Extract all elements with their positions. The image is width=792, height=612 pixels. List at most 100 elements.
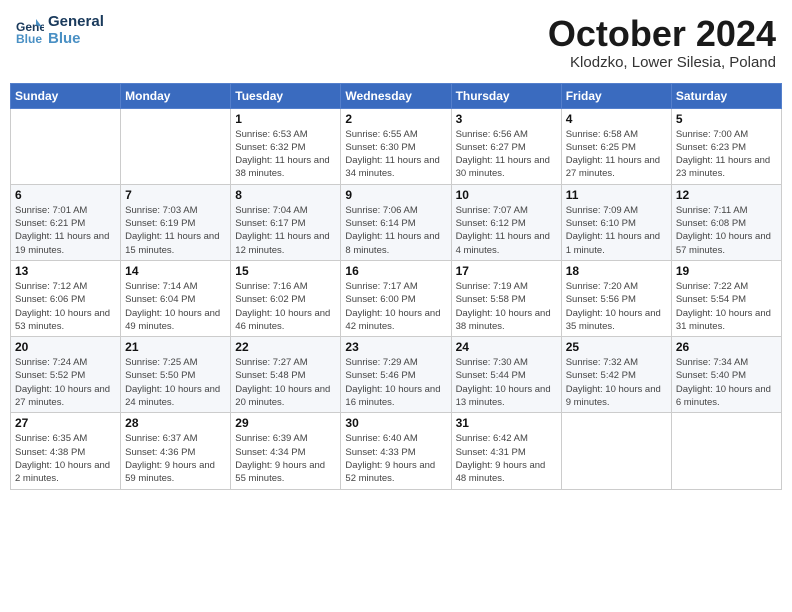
day-number: 17 [456,264,557,278]
calendar-cell: 7 Sunrise: 7:03 AM Sunset: 6:19 PM Daylig… [121,184,231,260]
day-number: 8 [235,188,336,202]
calendar-cell: 14 Sunrise: 7:14 AM Sunset: 6:04 PM Dayli… [121,260,231,336]
calendar-cell: 23 Sunrise: 7:29 AM Sunset: 5:46 PM Dayli… [341,337,451,413]
day-info: Sunrise: 7:34 AM Sunset: 5:40 PM Dayligh… [676,356,777,409]
calendar-cell [121,108,231,184]
day-info: Sunrise: 7:04 AM Sunset: 6:17 PM Dayligh… [235,204,336,257]
weekday-header-tuesday: Tuesday [231,83,341,108]
day-info: Sunrise: 7:27 AM Sunset: 5:48 PM Dayligh… [235,356,336,409]
day-number: 24 [456,340,557,354]
day-number: 7 [125,188,226,202]
day-info: Sunrise: 6:39 AM Sunset: 4:34 PM Dayligh… [235,432,336,485]
calendar-cell [11,108,121,184]
day-number: 16 [345,264,446,278]
calendar-cell: 11 Sunrise: 7:09 AM Sunset: 6:10 PM Dayli… [561,184,671,260]
day-number: 31 [456,416,557,430]
calendar-week-5: 27 Sunrise: 6:35 AM Sunset: 4:38 PM Dayli… [11,413,782,489]
calendar-week-4: 20 Sunrise: 7:24 AM Sunset: 5:52 PM Dayli… [11,337,782,413]
day-info: Sunrise: 7:24 AM Sunset: 5:52 PM Dayligh… [15,356,116,409]
day-number: 21 [125,340,226,354]
day-number: 30 [345,416,446,430]
page-header: General Blue General Blue October 2024 K… [10,10,782,75]
day-number: 6 [15,188,116,202]
calendar-cell [561,413,671,489]
day-number: 15 [235,264,336,278]
calendar-cell: 30Sunrise: 6:40 AM Sunset: 4:33 PM Dayli… [341,413,451,489]
day-info: Sunrise: 7:20 AM Sunset: 5:56 PM Dayligh… [566,280,667,333]
day-info: Sunrise: 6:42 AM Sunset: 4:31 PM Dayligh… [456,432,557,485]
day-info: Sunrise: 7:17 AM Sunset: 6:00 PM Dayligh… [345,280,446,333]
month-title: October 2024 [548,14,776,54]
logo-general: General [48,14,104,31]
weekday-header-sunday: Sunday [11,83,121,108]
day-info: Sunrise: 7:03 AM Sunset: 6:19 PM Dayligh… [125,204,226,257]
calendar-cell: 22 Sunrise: 7:27 AM Sunset: 5:48 PM Dayli… [231,337,341,413]
calendar-cell: 31 Sunrise: 6:42 AM Sunset: 4:31 PM Dayli… [451,413,561,489]
day-number: 14 [125,264,226,278]
day-info: Sunrise: 6:56 AM Sunset: 6:27 PM Dayligh… [456,128,557,181]
calendar-cell: 13 Sunrise: 7:12 AM Sunset: 6:06 PM Dayli… [11,260,121,336]
day-number: 13 [15,264,116,278]
calendar-cell: 28Sunrise: 6:37 AM Sunset: 4:36 PM Dayli… [121,413,231,489]
day-info: Sunrise: 7:12 AM Sunset: 6:06 PM Dayligh… [15,280,116,333]
day-info: Sunrise: 7:09 AM Sunset: 6:10 PM Dayligh… [566,204,667,257]
day-info: Sunrise: 7:32 AM Sunset: 5:42 PM Dayligh… [566,356,667,409]
weekday-header-saturday: Saturday [671,83,781,108]
calendar-cell: 21 Sunrise: 7:25 AM Sunset: 5:50 PM Dayli… [121,337,231,413]
calendar-cell: 27 Sunrise: 6:35 AM Sunset: 4:38 PM Dayli… [11,413,121,489]
day-number: 18 [566,264,667,278]
day-number: 22 [235,340,336,354]
calendar-table: SundayMondayTuesdayWednesdayThursdayFrid… [10,83,782,490]
day-info: Sunrise: 6:53 AM Sunset: 6:32 PM Dayligh… [235,128,336,181]
day-number: 9 [345,188,446,202]
day-number: 11 [566,188,667,202]
day-info: Sunrise: 7:07 AM Sunset: 6:12 PM Dayligh… [456,204,557,257]
location: Klodzko, Lower Silesia, Poland [548,54,776,71]
calendar-cell: 3 Sunrise: 6:56 AM Sunset: 6:27 PM Daylig… [451,108,561,184]
day-number: 10 [456,188,557,202]
day-number: 3 [456,112,557,126]
weekday-header-friday: Friday [561,83,671,108]
calendar-cell: 15 Sunrise: 7:16 AM Sunset: 6:02 PM Dayli… [231,260,341,336]
day-info: Sunrise: 7:14 AM Sunset: 6:04 PM Dayligh… [125,280,226,333]
day-info: Sunrise: 7:06 AM Sunset: 6:14 PM Dayligh… [345,204,446,257]
day-info: Sunrise: 7:29 AM Sunset: 5:46 PM Dayligh… [345,356,446,409]
day-info: Sunrise: 7:19 AM Sunset: 5:58 PM Dayligh… [456,280,557,333]
day-info: Sunrise: 6:35 AM Sunset: 4:38 PM Dayligh… [15,432,116,485]
calendar-cell: 2Sunrise: 6:55 AM Sunset: 6:30 PM Daylig… [341,108,451,184]
day-number: 5 [676,112,777,126]
day-info: Sunrise: 6:58 AM Sunset: 6:25 PM Dayligh… [566,128,667,181]
calendar-cell: 4 Sunrise: 6:58 AM Sunset: 6:25 PM Daylig… [561,108,671,184]
calendar-cell: 29Sunrise: 6:39 AM Sunset: 4:34 PM Dayli… [231,413,341,489]
calendar-cell: 18 Sunrise: 7:20 AM Sunset: 5:56 PM Dayli… [561,260,671,336]
calendar-cell: 9 Sunrise: 7:06 AM Sunset: 6:14 PM Daylig… [341,184,451,260]
day-number: 23 [345,340,446,354]
day-number: 12 [676,188,777,202]
calendar-cell: 26Sunrise: 7:34 AM Sunset: 5:40 PM Dayli… [671,337,781,413]
day-number: 1 [235,112,336,126]
day-number: 20 [15,340,116,354]
day-number: 4 [566,112,667,126]
logo-blue: Blue [48,31,104,48]
day-info: Sunrise: 6:37 AM Sunset: 4:36 PM Dayligh… [125,432,226,485]
logo: General Blue General Blue [16,14,104,47]
day-number: 2 [345,112,446,126]
calendar-header-row: SundayMondayTuesdayWednesdayThursdayFrid… [11,83,782,108]
calendar-cell: 16 Sunrise: 7:17 AM Sunset: 6:00 PM Dayli… [341,260,451,336]
calendar-week-3: 13 Sunrise: 7:12 AM Sunset: 6:06 PM Dayli… [11,260,782,336]
day-info: Sunrise: 7:22 AM Sunset: 5:54 PM Dayligh… [676,280,777,333]
day-info: Sunrise: 7:25 AM Sunset: 5:50 PM Dayligh… [125,356,226,409]
day-number: 25 [566,340,667,354]
calendar-cell: 25 Sunrise: 7:32 AM Sunset: 5:42 PM Dayli… [561,337,671,413]
calendar-cell: 5Sunrise: 7:00 AM Sunset: 6:23 PM Daylig… [671,108,781,184]
calendar-cell: 24Sunrise: 7:30 AM Sunset: 5:44 PM Dayli… [451,337,561,413]
svg-text:Blue: Blue [16,32,42,45]
calendar-cell: 19Sunrise: 7:22 AM Sunset: 5:54 PM Dayli… [671,260,781,336]
day-number: 27 [15,416,116,430]
logo-icon: General Blue [16,17,44,45]
calendar-cell: 12Sunrise: 7:11 AM Sunset: 6:08 PM Dayli… [671,184,781,260]
calendar-cell: 1 Sunrise: 6:53 AM Sunset: 6:32 PM Daylig… [231,108,341,184]
title-block: October 2024 Klodzko, Lower Silesia, Pol… [548,14,776,71]
day-info: Sunrise: 7:16 AM Sunset: 6:02 PM Dayligh… [235,280,336,333]
calendar-cell: 20 Sunrise: 7:24 AM Sunset: 5:52 PM Dayli… [11,337,121,413]
